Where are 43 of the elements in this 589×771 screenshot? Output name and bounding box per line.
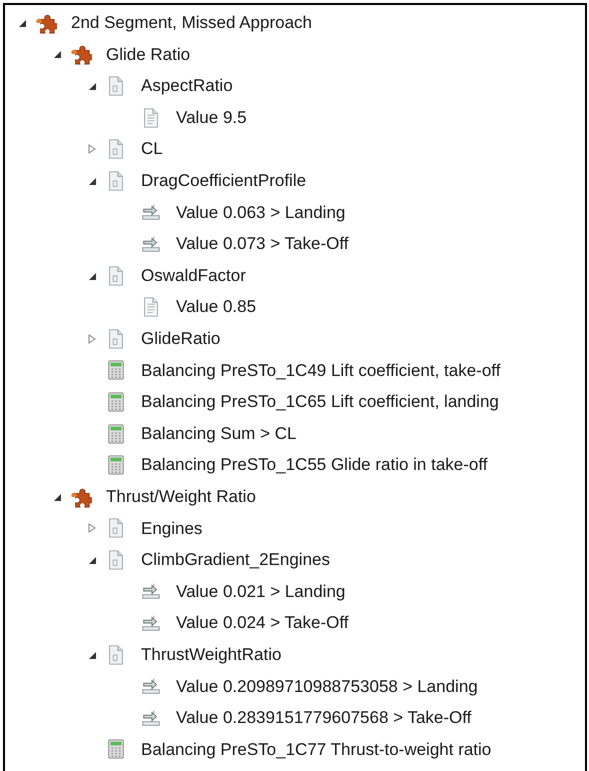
tree-item[interactable]: Balancing PreSTo_1C55 Glide ratio in take-off [141,452,488,478]
expanded-triangle-icon[interactable] [17,18,27,28]
tree-item[interactable]: Balancing Sum > CL [141,420,296,446]
tree-item[interactable]: GlideRatio [141,326,220,352]
calculator-icon [105,390,127,413]
collapsed-triangle-icon[interactable] [87,334,97,344]
expanded-triangle-icon[interactable] [87,270,97,281]
tree-item[interactable]: Balancing PreSTo_1C65 Lift coefficient, landing [141,389,499,415]
tree-item[interactable]: Value 0.2839151779607568 > Take-Off [176,705,472,731]
tree-item[interactable]: AspectRatio [141,73,233,99]
tree-item[interactable]: Value 0.85 [176,294,256,320]
tree-item[interactable]: Value 9.5 [176,104,247,130]
expanded-triangle-icon[interactable] [87,80,97,91]
calculator-icon [105,454,127,476]
tree-item[interactable]: CL [141,136,163,162]
tree-item[interactable]: Glide Ratio [106,42,190,68]
tree-item[interactable]: Value 0.073 > Take-Off [176,231,348,257]
expanded-triangle-icon[interactable] [52,492,62,502]
tree-item[interactable]: 2nd Segment, Missed Approach [71,10,312,36]
tree-item[interactable]: Thrust/Weight Ratio [106,484,256,510]
tree-item[interactable]: Value 0.024 > Take-Off [176,610,348,636]
tree-item[interactable]: OswaldFactor [141,262,246,288]
expanded-triangle-icon[interactable] [52,49,62,60]
collapsed-triangle-icon[interactable] [87,523,97,534]
puzzle-piece-icon [35,12,57,34]
tree-item[interactable]: Balancing PreSTo_1C77 Thrust-to-weight ratio [141,736,492,762]
puzzle-piece-icon [70,43,92,66]
tree-item[interactable]: Value 0.021 > Landing [176,578,346,604]
calculator-icon [105,359,127,382]
tree-item[interactable]: Value 0.063 > Landing [176,200,346,226]
tree-item[interactable]: Engines [141,516,202,542]
expanded-triangle-icon[interactable] [87,554,97,565]
tree-item[interactable]: DragCoefficientProfile [141,168,306,194]
expanded-triangle-icon[interactable] [87,176,97,186]
puzzle-piece-icon [70,486,92,508]
tree-item[interactable]: ThrustWeightRatio [141,642,282,668]
expanded-triangle-icon[interactable] [87,650,97,660]
tree-item[interactable]: ClimbGradient_2Engines [141,547,330,573]
tree-item[interactable]: Value 0.20989710988753058 > Landing [176,674,478,700]
collapsed-triangle-icon[interactable] [87,144,97,154]
calculator-icon [105,422,127,445]
calculator-icon [105,738,127,760]
tree-item[interactable]: Balancing PreSTo_1C49 Lift coefficient, take-off [141,358,500,384]
